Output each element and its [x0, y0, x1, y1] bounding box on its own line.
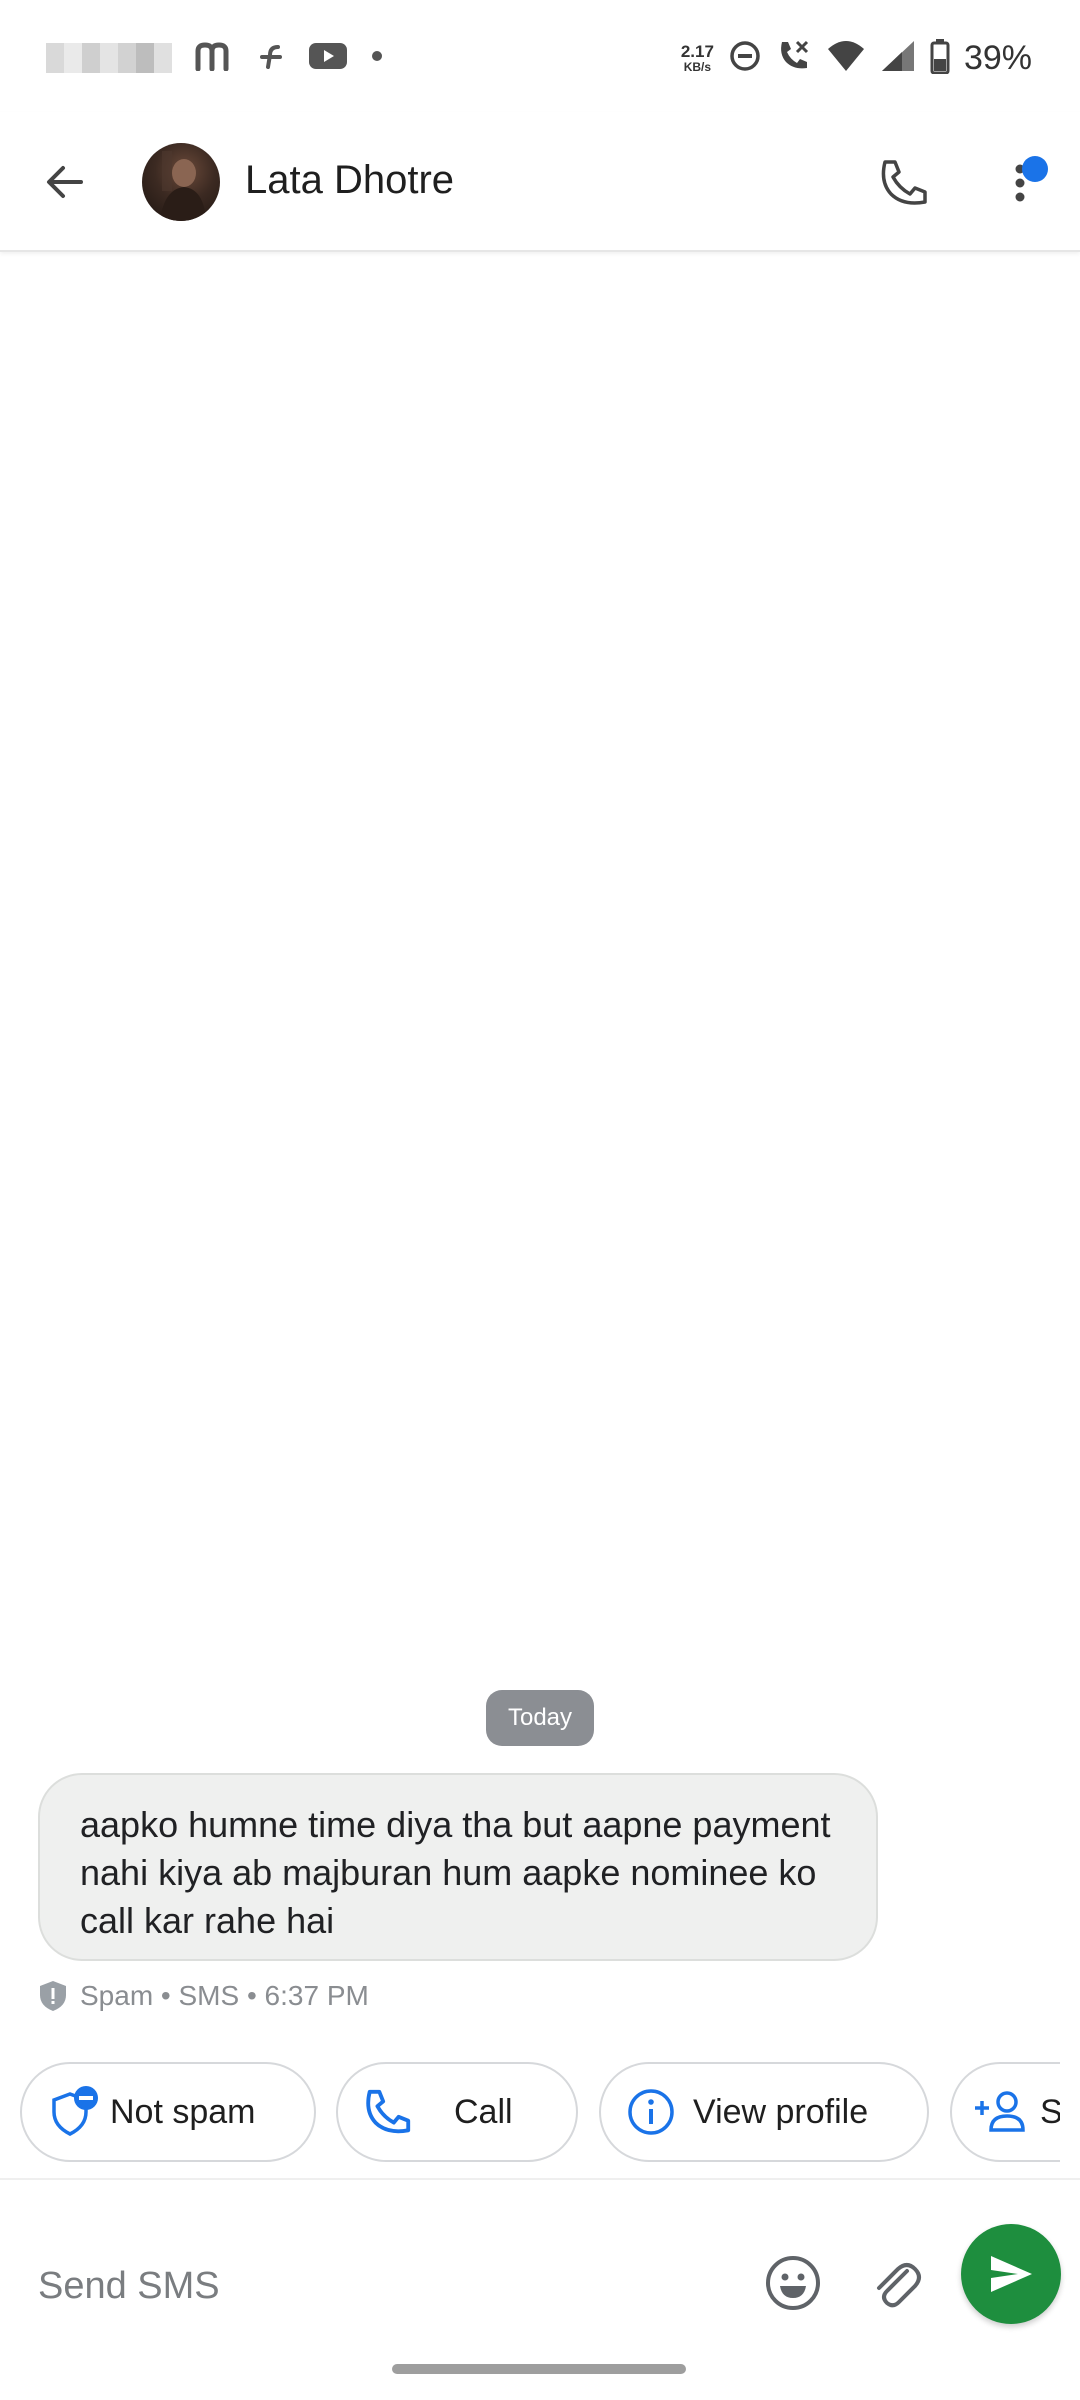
call-chip[interactable]: Call — [336, 2062, 578, 2162]
composer — [0, 2178, 1080, 2368]
avatar[interactable] — [142, 143, 220, 221]
message-meta-text: Spam • SMS • 6:37 PM — [80, 1980, 369, 2011]
f-icon — [256, 41, 286, 76]
send-button[interactable] — [961, 2224, 1061, 2324]
battery-icon — [930, 38, 950, 79]
attach-icon — [877, 2263, 921, 2308]
not-spam-shield-icon — [44, 2082, 104, 2142]
date-divider: Today — [486, 1690, 594, 1746]
send-icon — [991, 2256, 1032, 2292]
spam-shield-icon — [40, 1981, 66, 2011]
network-speed: 2.17 KB/s — [681, 43, 714, 74]
phone-icon — [881, 160, 927, 205]
signal-icon — [880, 39, 916, 78]
suggestion-chips: Not spam Call View profile S — [0, 2062, 1060, 2162]
not-spam-label: Not spam — [110, 2092, 256, 2131]
emoji-button[interactable] — [758, 2248, 828, 2318]
view-profile-chip[interactable]: View profile — [599, 2062, 929, 2162]
sms-input[interactable] — [38, 2258, 738, 2314]
wifi-calling-icon — [776, 38, 812, 79]
info-icon — [621, 2082, 681, 2142]
call-button[interactable] — [868, 147, 940, 219]
app-bar: Lata Dhotre — [0, 112, 1080, 252]
system-icons: 2.17 KB/s 39% — [681, 34, 1032, 82]
view-profile-label: View profile — [693, 2092, 869, 2131]
m-icon — [194, 41, 234, 76]
do-not-disturb-icon — [728, 39, 762, 78]
network-speed-unit: KB/s — [683, 59, 712, 74]
add-contact-label: S — [1040, 2092, 1060, 2131]
attach-button[interactable] — [860, 2248, 930, 2318]
notification-icons — [46, 36, 384, 80]
add-person-icon — [970, 2082, 1030, 2142]
back-button[interactable] — [30, 147, 100, 217]
network-speed-value: 2.17 — [680, 41, 714, 61]
youtube-icon — [308, 41, 348, 76]
wifi-icon — [826, 39, 866, 78]
emoji-icon — [766, 2256, 820, 2310]
battery-percent: 39% — [963, 38, 1032, 77]
not-spam-chip[interactable]: Not spam — [20, 2062, 316, 2162]
contact-name[interactable]: Lata Dhotre — [245, 158, 454, 203]
arrow-back-icon — [47, 166, 83, 198]
incoming-message-bubble[interactable]: aapko humne time diya tha but aapne paym… — [38, 1773, 878, 1961]
message-meta: Spam • SMS • 6:37 PM — [38, 1976, 369, 2016]
dot-icon — [370, 49, 384, 68]
phone-icon — [358, 2082, 418, 2142]
home-indicator[interactable] — [392, 2364, 686, 2374]
call-chip-label: Call — [454, 2092, 513, 2131]
notification-dot — [1022, 156, 1048, 182]
status-bar: 2.17 KB/s 39% — [0, 0, 1080, 112]
blurred-app-icons — [46, 43, 172, 73]
add-contact-chip[interactable]: S — [950, 2062, 1060, 2162]
